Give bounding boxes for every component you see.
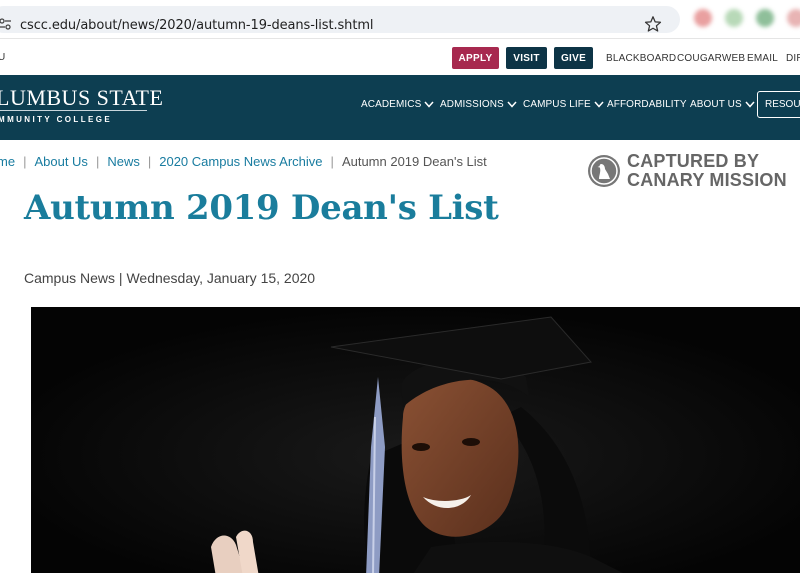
address-bar[interactable]: cscc.edu/about/news/2020/autumn-19-deans… xyxy=(0,6,680,33)
main-navigation: LUMBUS STATE MMUNITY COLLEGE ACADEMICS A… xyxy=(0,75,800,140)
watermark-line2: CANARY MISSION xyxy=(627,170,787,190)
nav-academics-label: ACADEMICS xyxy=(361,99,422,110)
logo-wordmark: LUMBUS STATE xyxy=(0,85,164,110)
breadcrumb-separator: | xyxy=(147,154,152,169)
logo-subtitle: MMUNITY COLLEGE xyxy=(0,115,113,124)
watermark-line1: CAPTURED BY xyxy=(627,151,760,171)
nav-about-us-label: ABOUT US xyxy=(690,99,742,110)
page-title: Autumn 2019 Dean's List xyxy=(24,188,499,228)
browser-toolbar: cscc.edu/about/news/2020/autumn-19-deans… xyxy=(0,0,800,38)
site-settings-icon[interactable] xyxy=(0,17,12,31)
graduate-photo-icon xyxy=(31,307,800,573)
watermark-text: CAPTURED BY CANARY MISSION xyxy=(627,152,787,190)
article-meta: Campus News | Wednesday, January 15, 202… xyxy=(24,270,315,286)
breadcrumb-separator: | xyxy=(23,154,27,169)
extension-icon[interactable] xyxy=(725,9,743,27)
extension-icon[interactable] xyxy=(756,9,774,27)
breadcrumb-current: Autumn 2019 Dean's List xyxy=(341,154,487,169)
directory-link[interactable]: DIR xyxy=(786,53,800,64)
blackboard-link[interactable]: BLACKBOARD xyxy=(606,53,676,64)
visit-button[interactable]: VISIT xyxy=(506,47,547,69)
nav-admissions-label: ADMISSIONS xyxy=(440,99,504,110)
nav-admissions[interactable]: ADMISSIONS xyxy=(440,99,517,110)
extension-icon[interactable] xyxy=(694,9,712,27)
meta-separator: | xyxy=(118,270,123,286)
canary-mission-watermark: CAPTURED BY CANARY MISSION xyxy=(588,152,798,193)
utility-cut-text: U xyxy=(0,52,6,63)
canary-bird-icon xyxy=(588,155,620,187)
breadcrumb-separator: | xyxy=(330,154,334,169)
breadcrumb: me | About Us | News | 2020 Campus News Archiv… xyxy=(0,154,487,169)
email-link[interactable]: EMAIL xyxy=(747,53,778,64)
breadcrumb-separator: | xyxy=(95,154,100,169)
chevron-down-icon xyxy=(424,101,434,108)
breadcrumb-home[interactable]: me xyxy=(0,154,15,169)
nav-affordability[interactable]: AFFORDABILITY xyxy=(607,99,687,110)
hero-photo xyxy=(31,307,800,573)
nav-campus-life-label: CAMPUS LIFE xyxy=(523,99,591,110)
apply-button[interactable]: APPLY xyxy=(452,47,499,69)
chevron-down-icon xyxy=(507,101,517,108)
nav-about-us[interactable]: ABOUT US xyxy=(690,99,755,110)
nav-academics[interactable]: ACADEMICS xyxy=(361,99,434,110)
extension-icon[interactable] xyxy=(787,9,800,27)
breadcrumb-news-archive[interactable]: 2020 Campus News Archive xyxy=(159,154,322,169)
breadcrumb-about-us[interactable]: About Us xyxy=(34,154,87,169)
article-category: Campus News xyxy=(24,270,116,286)
nav-campus-life[interactable]: CAMPUS LIFE xyxy=(523,99,604,110)
give-button[interactable]: GIVE xyxy=(554,47,593,69)
url-text[interactable]: cscc.edu/about/news/2020/autumn-19-deans… xyxy=(20,18,374,33)
chevron-down-icon xyxy=(594,101,604,108)
breadcrumb-news[interactable]: News xyxy=(107,154,140,169)
nav-affordability-label: AFFORDABILITY xyxy=(607,99,687,110)
nav-resources-button[interactable]: RESOUR xyxy=(757,91,800,118)
cougarweb-link[interactable]: COUGARWEB xyxy=(677,53,745,64)
chevron-down-icon xyxy=(745,101,755,108)
utility-bar: U APPLY VISIT GIVE BLACKBOARD COUGARWEB … xyxy=(0,38,800,75)
logo-divider xyxy=(0,110,147,111)
article-date: Wednesday, January 15, 2020 xyxy=(126,270,316,286)
bookmark-star-icon[interactable] xyxy=(644,15,662,33)
